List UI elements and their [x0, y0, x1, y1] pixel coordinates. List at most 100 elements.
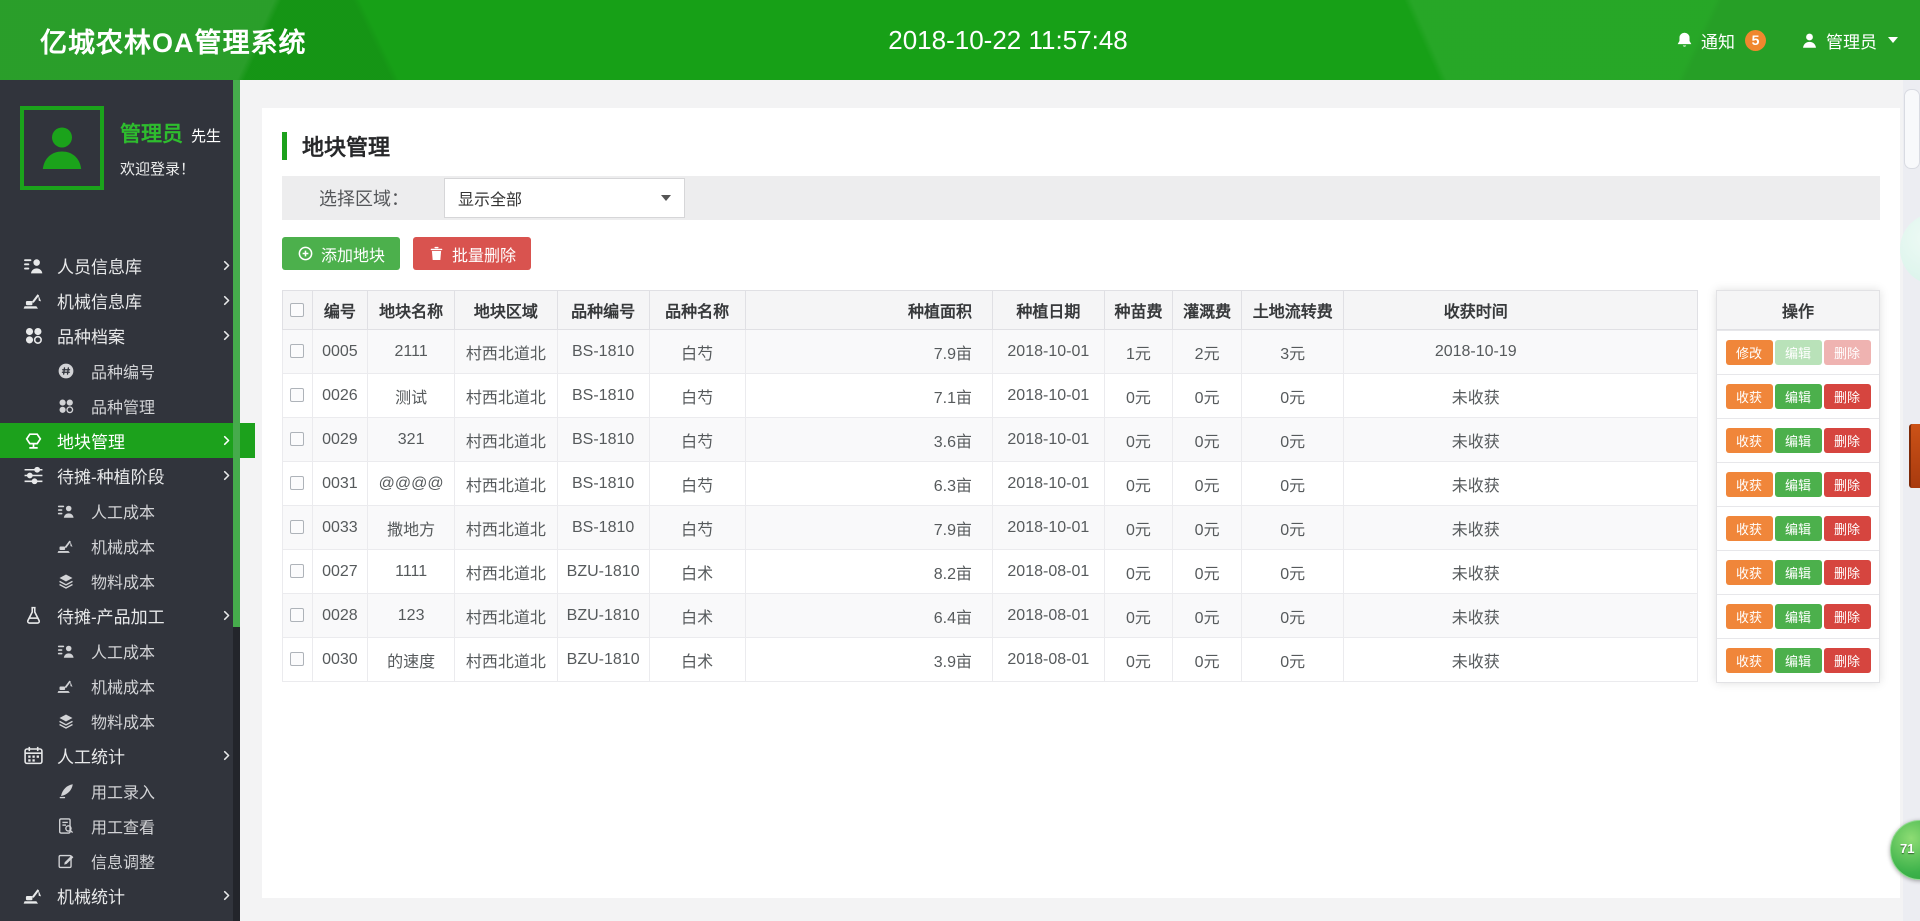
crane-icon	[55, 675, 77, 697]
column-header-plot-region: 地块区域	[454, 290, 558, 330]
row-checkbox[interactable]	[290, 608, 305, 623]
harvest-button[interactable]: 收获	[1725, 648, 1773, 673]
content-panel: 地块管理 选择区域： 显示全部 添加地块 批量删除 编号 地块名称 地块区域 品种编号…	[262, 108, 1900, 898]
edit-button[interactable]: 编辑	[1774, 472, 1822, 497]
page-scrollbar-thumb[interactable]	[1904, 89, 1920, 169]
delete-button[interactable]: 删除	[1823, 604, 1871, 629]
cell-variety-name: 白芍	[648, 505, 746, 550]
cell-irrigation-fee: 0元	[1172, 505, 1242, 550]
cell-planting-date: 2018-10-01	[992, 417, 1105, 462]
harvest-button[interactable]: 收获	[1725, 604, 1773, 629]
sidebar-scrollbar-thumb[interactable]	[233, 80, 240, 627]
row-checkbox[interactable]	[290, 476, 305, 491]
layers-icon	[55, 570, 77, 592]
user-icon	[1800, 31, 1819, 50]
edit-button[interactable]: 编辑	[1774, 560, 1822, 585]
row-checkbox[interactable]	[290, 520, 305, 535]
person-icon	[55, 640, 77, 662]
sidebar-item-variety-archive[interactable]: 品种档案	[0, 318, 255, 353]
sidebar-item-processing-labor-cost[interactable]: 人工成本	[0, 633, 288, 668]
cell-planting-date: 2018-08-01	[992, 637, 1105, 682]
sidebar-item-plot-management[interactable]: 地块管理	[0, 423, 255, 458]
sidebar-item-labor-view[interactable]: 用工查看	[0, 808, 288, 843]
sidebar-item-pending-planting-stage[interactable]: 待摊-种植阶段	[0, 458, 255, 493]
floating-badge-text: 71	[1900, 841, 1915, 856]
row-checkbox[interactable]	[290, 652, 305, 667]
delete-button[interactable]: 删除	[1823, 516, 1871, 541]
delete-button[interactable]: 删除	[1823, 428, 1871, 453]
sidebar-item-machinery-info[interactable]: 机械信息库	[0, 283, 255, 318]
edit-button[interactable]: 编辑	[1774, 516, 1822, 541]
sidebar-item-info-adjust[interactable]: 信息调整	[0, 843, 288, 878]
cell-plot-name: 1111	[367, 549, 456, 594]
sidebar-item-planting-labor-cost[interactable]: 人工成本	[0, 493, 288, 528]
sidebar-item-processing-machine-cost[interactable]: 机械成本	[0, 668, 288, 703]
harvest-button[interactable]: 收获	[1725, 472, 1773, 497]
sidebar-item-label: 品种管理	[91, 399, 156, 417]
harvest-button[interactable]: 收获	[1725, 384, 1773, 409]
page-scrollbar[interactable]	[1903, 80, 1920, 921]
sidebar-item-machinery-statistics[interactable]: 机械统计	[0, 878, 255, 913]
sidebar-item-variety-manage[interactable]: 品种管理	[0, 388, 288, 423]
sidebar-item-personnel-info[interactable]: 人员信息库	[0, 248, 255, 283]
cell-plot-name: 撒地方	[367, 505, 456, 550]
add-plot-label: 添加地块	[321, 247, 386, 265]
sidebar-item-label: 人工成本	[91, 504, 156, 522]
harvest-button[interactable]: 收获	[1725, 516, 1773, 541]
batch-delete-button[interactable]: 批量删除	[413, 237, 532, 270]
chevron-right-icon	[220, 294, 233, 307]
sidebar-item-labor-entry[interactable]: 用工录入	[0, 773, 288, 808]
edge-side-tab[interactable]	[1909, 424, 1920, 488]
cell-variety-name: 白芍	[648, 329, 746, 374]
cell-harvest-time: 未收获	[1343, 549, 1698, 594]
cell-seedling-fee: 0元	[1103, 373, 1174, 418]
cell-planting-area: 7.9亩	[744, 505, 994, 550]
edit-button[interactable]: 编辑	[1774, 428, 1822, 453]
crane-icon	[22, 290, 44, 312]
harvest-button[interactable]: 收获	[1725, 560, 1773, 585]
sidebar-item-label: 机械成本	[91, 679, 156, 697]
row-checkbox[interactable]	[290, 432, 305, 447]
region-select[interactable]: 显示全部	[444, 178, 685, 218]
edit-button[interactable]: 编辑	[1774, 648, 1822, 673]
sidebar-item-label: 物料成本	[91, 714, 156, 732]
sidebar-item-variety-code[interactable]: 品种编号	[0, 353, 288, 388]
sidebar-item-processing-material-cost[interactable]: 物料成本	[0, 703, 288, 738]
filter-bar: 选择区域： 显示全部	[282, 176, 1880, 220]
sidebar-item-pending-product-processing[interactable]: 待摊-产品加工	[0, 598, 255, 633]
sidebar-item-label: 人工成本	[91, 644, 156, 662]
sidebar-item-label: 人员信息库	[57, 258, 142, 277]
delete-button[interactable]: 删除	[1823, 648, 1871, 673]
modify-button[interactable]: 修改	[1725, 340, 1773, 365]
sidebar-item-planting-machine-cost[interactable]: 机械成本	[0, 528, 288, 563]
edit-button[interactable]: 编辑	[1774, 604, 1822, 629]
table-row: 0030 的速度 村西北道北 BZU-1810 白术 3.9亩 2018-08-01 0元 0元…	[282, 637, 1698, 682]
delete-button[interactable]: 删除	[1823, 472, 1871, 497]
select-all-checkbox[interactable]	[290, 302, 305, 317]
sidebar-item-label: 用工查看	[91, 819, 156, 837]
harvest-button[interactable]: 收获	[1725, 428, 1773, 453]
delete-button[interactable]: 删除	[1823, 560, 1871, 585]
cell-seedling-fee: 0元	[1103, 417, 1174, 462]
row-checkbox[interactable]	[290, 344, 305, 359]
add-plot-button[interactable]: 添加地块	[282, 237, 401, 270]
admin-user-menu[interactable]: 管理员	[1800, 28, 1898, 53]
sidebar-item-planting-material-cost[interactable]: 物料成本	[0, 563, 288, 598]
cell-id: 0030	[311, 637, 369, 682]
sidebar-item-label: 机械信息库	[57, 293, 142, 312]
edit-button[interactable]: 编辑	[1774, 384, 1822, 409]
cell-harvest-time: 2018-10-19	[1343, 329, 1698, 374]
notifications-button[interactable]: 通知 5	[1675, 28, 1766, 53]
action-row: 收获 编辑 删除	[1717, 462, 1879, 506]
main-content-area: 地块管理 选择区域： 显示全部 添加地块 批量删除 编号 地块名称 地块区域 品种编号…	[240, 80, 1920, 921]
row-checkbox[interactable]	[290, 564, 305, 579]
row-select-cell	[282, 417, 313, 462]
delete-button[interactable]: 删除	[1823, 384, 1871, 409]
cell-variety-code: BS-1810	[556, 329, 650, 374]
sidebar-item-label: 品种编号	[91, 364, 156, 382]
row-checkbox[interactable]	[290, 388, 305, 403]
sidebar-scrollbar[interactable]	[233, 80, 240, 921]
sidebar-item-labor-statistics[interactable]: 人工统计	[0, 738, 255, 773]
sidebar-item-label: 地块管理	[57, 433, 125, 452]
cell-land-transfer-fee: 0元	[1240, 505, 1345, 550]
